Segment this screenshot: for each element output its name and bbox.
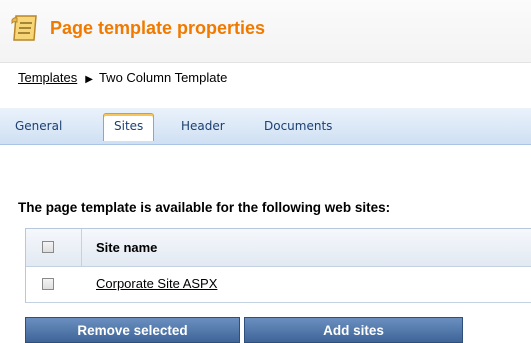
tab-general[interactable]: General bbox=[15, 119, 62, 133]
row-checkbox[interactable] bbox=[42, 278, 54, 290]
sites-grid: Site name Corporate Site ASPX bbox=[25, 228, 531, 303]
table-row: Corporate Site ASPX bbox=[26, 267, 531, 303]
page-title: Page template properties bbox=[50, 18, 266, 38]
tab-documents[interactable]: Documents bbox=[264, 119, 332, 133]
site-name-link[interactable]: Corporate Site ASPX bbox=[96, 276, 217, 291]
breadcrumb-templates-link[interactable]: Templates bbox=[18, 70, 77, 85]
site-name-column-header[interactable]: Site name bbox=[96, 240, 157, 255]
add-sites-button[interactable]: Add sites bbox=[244, 317, 463, 343]
breadcrumb: Templates ▶ Two Column Template bbox=[18, 70, 227, 85]
remove-selected-button[interactable]: Remove selected bbox=[25, 317, 240, 343]
section-heading: The page template is available for the f… bbox=[18, 200, 391, 215]
column-divider bbox=[81, 229, 82, 266]
tab-header[interactable]: Header bbox=[181, 119, 225, 133]
page-template-icon bbox=[11, 15, 37, 41]
breadcrumb-current: Two Column Template bbox=[98, 70, 228, 85]
title-bar: Page template properties bbox=[0, 0, 531, 63]
select-all-checkbox[interactable] bbox=[42, 241, 54, 253]
grid-header: Site name bbox=[26, 229, 531, 267]
arrow-right-icon: ▶ bbox=[85, 74, 93, 85]
tab-bar: General Sites Header Documents bbox=[0, 108, 531, 145]
tab-sites[interactable]: Sites bbox=[103, 113, 155, 141]
